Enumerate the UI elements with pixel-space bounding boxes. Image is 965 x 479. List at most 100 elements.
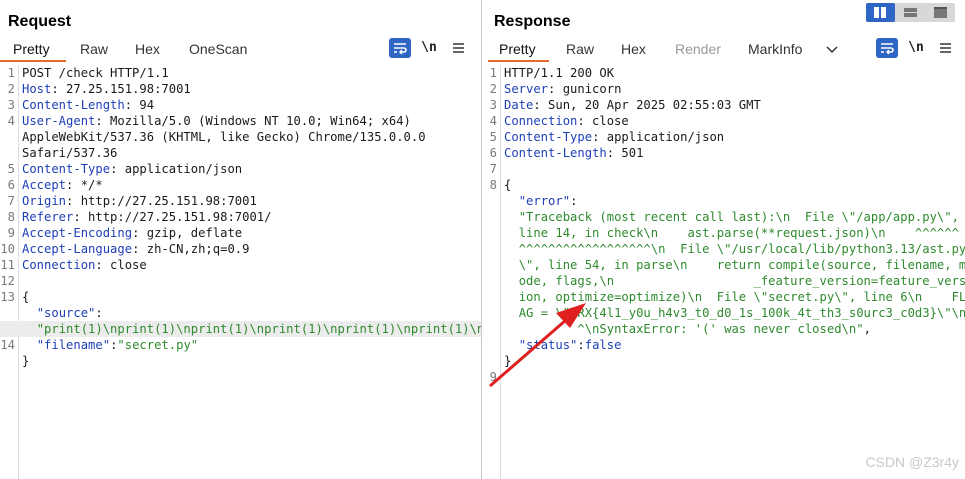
response-editor[interactable]: 1 HTTP/1.1 200 OK 2 Server: gunicorn 3 Date: … — [482, 65, 965, 479]
syntax-text: } — [22, 354, 30, 368]
request-code-line[interactable]: 11 Connection: close — [0, 257, 481, 273]
line-code: line 14, in check\n ast.parse(**request.… — [504, 225, 959, 241]
response-tab-pretty[interactable]: Pretty — [499, 39, 536, 62]
response-wrap-toggle-icon[interactable] — [876, 38, 898, 58]
line-code: Origin: http://27.25.151.98:7001 — [22, 193, 257, 209]
response-tab-raw[interactable]: Raw — [566, 39, 594, 62]
syntax-text — [504, 194, 519, 208]
response-code-line[interactable]: line 14, in check\n ast.parse(**request.… — [482, 225, 965, 241]
request-code-line[interactable]: "print(1)\nprint(1)\nprint(1)\nprint(1)\… — [0, 321, 481, 337]
request-tab-hex[interactable]: Hex — [135, 39, 160, 62]
line-number: 12 — [0, 274, 15, 288]
request-code-line[interactable]: 8 Referer: http://27.25.151.98:7001/ — [0, 209, 481, 225]
response-code-line[interactable]: 8{ — [482, 177, 965, 193]
response-code-line[interactable]: 1 HTTP/1.1 200 OK — [482, 65, 965, 81]
response-code-line[interactable]: 6 Content-Length: 501 — [482, 145, 965, 161]
response-code-line[interactable]: "Traceback (most recent call last):\n Fi… — [482, 209, 965, 225]
request-code-line[interactable]: 4 User-Agent: Mozilla/5.0 (Windows NT 10.… — [0, 113, 481, 129]
request-wrap-toggle-icon[interactable] — [389, 38, 411, 58]
line-code: Date: Sun, 20 Apr 2025 02:55:03 GMT — [504, 97, 761, 113]
line-number: 3 — [489, 98, 497, 112]
line-code: Host: 27.25.151.98:7001 — [22, 81, 191, 97]
response-code-line[interactable]: ^\nSyntaxError: '(' was never closed\n", — [482, 321, 965, 337]
response-code-line[interactable]: 3 Date: Sun, 20 Apr 2025 02:55:03 GMT — [482, 97, 965, 113]
syntax-key: "source" — [36, 306, 96, 320]
response-code-line[interactable]: 2 Server: gunicorn — [482, 81, 965, 97]
request-active-tab-indicator — [0, 60, 66, 62]
request-code-line[interactable]: 2 Host: 27.25.151.98:7001 — [0, 81, 481, 97]
syntax-text — [504, 274, 519, 288]
response-code-line[interactable]: \", line 54, in parse\n return compile(s… — [482, 257, 965, 273]
syntax-text: : — [577, 338, 585, 352]
request-code-line[interactable]: 13 { — [0, 289, 481, 305]
line-code: "status":false — [504, 337, 622, 353]
line-number: 4 — [489, 114, 497, 128]
response-code-line[interactable]: 9 — [482, 369, 965, 385]
response-menu-icon[interactable] — [935, 38, 957, 58]
syntax-text: : http://27.25.151.98:7001/ — [73, 210, 272, 224]
response-tab-hex[interactable]: Hex — [621, 39, 646, 62]
request-code-line[interactable]: 7 Origin: http://27.25.151.98:7001 — [0, 193, 481, 209]
request-code-line[interactable]: 5 Content-Type: application/json — [0, 161, 481, 177]
chevron-down-icon[interactable] — [825, 43, 839, 57]
request-tab-raw[interactable]: Raw — [80, 39, 108, 62]
request-code-line[interactable]: "source": — [0, 305, 481, 321]
line-number: 4 — [7, 114, 15, 128]
response-code-line[interactable]: "status":false — [482, 337, 965, 353]
request-code-line[interactable]: 1 POST /check HTTP/1.1 — [0, 65, 481, 81]
line-code: "Traceback (most recent call last):\n Fi… — [504, 209, 959, 225]
response-code-line[interactable]: ^^^^^^^^^^^^^^^^^^\n File \"/usr/local/l… — [482, 241, 965, 257]
syntax-text: : application/json — [592, 130, 725, 144]
request-code-line[interactable]: 9 Accept-Encoding: gzip, deflate — [0, 225, 481, 241]
response-code-line[interactable]: "error": — [482, 193, 965, 209]
response-code-line[interactable]: 7 — [482, 161, 965, 177]
syntax-text: } — [504, 354, 512, 368]
line-code: { — [22, 289, 29, 305]
response-code-line[interactable]: AG = \"TRX{4l1_y0u_h4v3_t0_d0_1s_100k_4t… — [482, 305, 965, 321]
syntax-string: \", line 54, in parse\n return compile(s… — [518, 258, 965, 272]
syntax-text: Safari/537.36 — [22, 146, 118, 160]
syntax-text: : gzip, deflate — [132, 226, 243, 240]
syntax-key: "status" — [518, 338, 578, 352]
request-code-line[interactable]: 3 Content-Length: 94 — [0, 97, 481, 113]
line-number: 11 — [0, 258, 15, 272]
line-number: 14 — [0, 338, 15, 352]
syntax-string: "print(1)\nprint(1)\nprint(1)\nprint(1)\… — [36, 322, 481, 336]
request-code-line[interactable]: Safari/537.36 — [0, 145, 481, 161]
line-code: POST /check HTTP/1.1 — [22, 65, 169, 81]
response-code-line[interactable]: 4 Connection: close — [482, 113, 965, 129]
response-code-line[interactable]: 5 Content-Type: application/json — [482, 129, 965, 145]
line-code: } — [22, 353, 29, 369]
request-code-line[interactable]: 12 — [0, 273, 481, 289]
watermark: CSDN @Z3r4y — [865, 454, 959, 470]
layout-tabbed-button[interactable] — [926, 3, 955, 22]
request-tab-onescan[interactable]: OneScan — [189, 39, 247, 62]
response-tab-render[interactable]: Render — [675, 39, 721, 62]
response-code-line[interactable]: ode, flags,\n _feature_version=feature_v… — [482, 273, 965, 289]
request-code-line[interactable]: 10 Accept-Language: zh-CN,zh;q=0.9 — [0, 241, 481, 257]
line-code: Content-Length: 94 — [22, 97, 154, 113]
request-tab-pretty[interactable]: Pretty — [13, 39, 50, 62]
response-code-line[interactable]: ion, optimize=optimize)\n File \"secret.… — [482, 289, 965, 305]
line-number: 3 — [7, 98, 15, 112]
syntax-text — [504, 226, 519, 240]
response-title: Response — [494, 13, 571, 30]
request-code-line[interactable]: } — [0, 353, 481, 369]
layout-stacked-button[interactable] — [896, 3, 925, 22]
request-code-line[interactable]: 14 "filename":"secret.py" — [0, 337, 481, 353]
line-code: Content-Type: application/json — [22, 161, 242, 177]
line-number: 2 — [489, 82, 497, 96]
response-tab-markinfo[interactable]: MarkInfo — [748, 39, 802, 62]
request-menu-icon[interactable] — [448, 38, 470, 58]
syntax-text — [504, 322, 519, 336]
response-newline-toggle[interactable]: \n — [905, 38, 927, 58]
syntax-key: "filename" — [36, 338, 111, 352]
response-code-line[interactable]: } — [482, 353, 965, 369]
syntax-key: Connection — [22, 258, 96, 272]
syntax-key: Date — [504, 98, 534, 112]
request-code-line[interactable]: 6 Accept: */* — [0, 177, 481, 193]
request-code-line[interactable]: AppleWebKit/537.36 (KHTML, like Gecko) C… — [0, 129, 481, 145]
layout-side-by-side-button[interactable] — [866, 3, 895, 22]
request-newline-toggle[interactable]: \n — [418, 38, 440, 58]
request-editor[interactable]: 1 POST /check HTTP/1.1 2 Host: 27.25.151.98… — [0, 65, 481, 479]
